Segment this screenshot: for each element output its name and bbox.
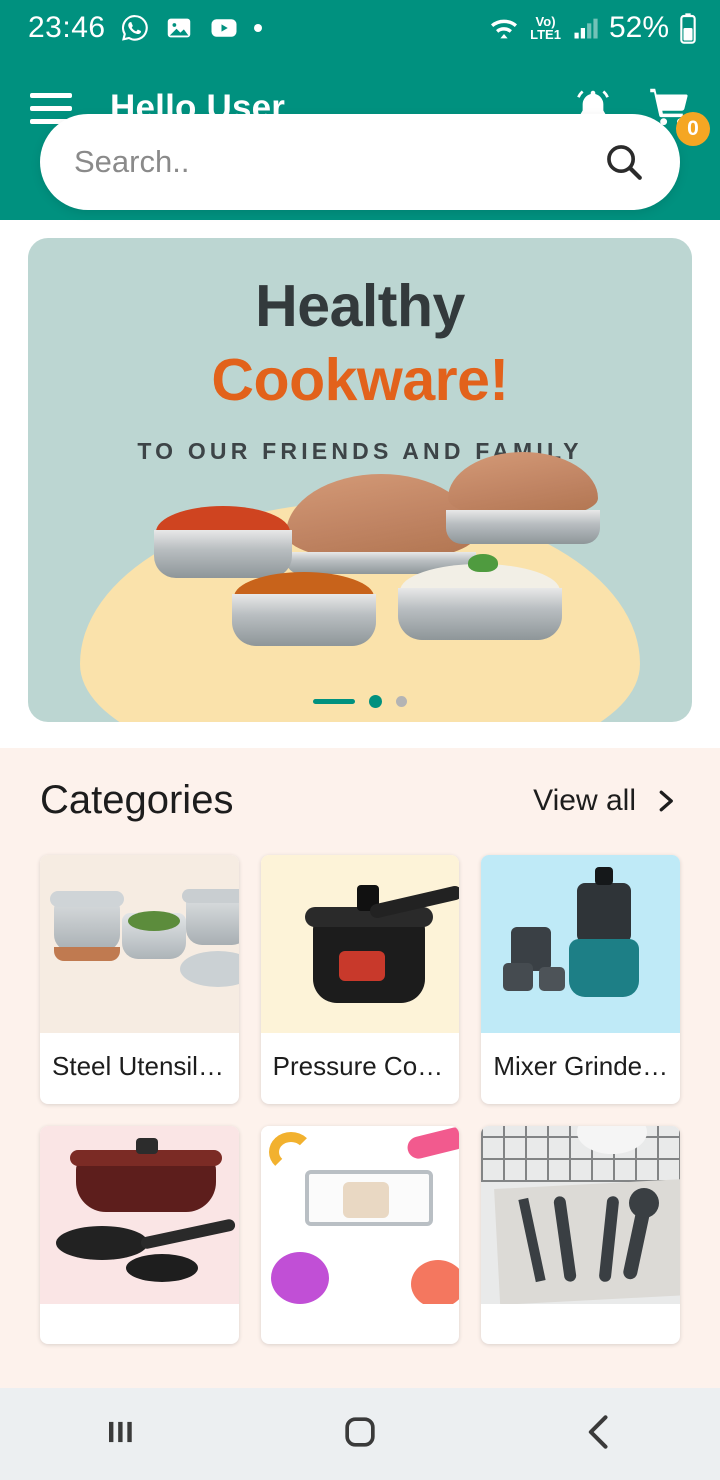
status-bar: 23:46 Vo) LTE1 52% — [0, 0, 720, 56]
category-card-steel-utensils[interactable]: Steel Utensils... — [40, 855, 239, 1104]
category-label: Steel Utensils... — [52, 1051, 233, 1081]
view-all-button[interactable]: View all — [533, 784, 680, 818]
signal-bars-icon — [570, 14, 600, 42]
category-card-storage-baskets[interactable] — [260, 1126, 460, 1344]
carousel-indicators[interactable] — [28, 695, 692, 708]
youtube-icon — [208, 13, 240, 43]
category-label — [481, 1304, 680, 1344]
category-label — [261, 1304, 460, 1344]
status-bar-left: 23:46 — [28, 11, 262, 45]
category-image-cookware-set — [40, 1126, 239, 1304]
categories-grid: Steel Utensils... Pressure Coo... Mixer … — [40, 855, 680, 1344]
app-screen: 23:46 Vo) LTE1 52% Hello User 0 Search..… — [0, 0, 720, 1480]
category-image-storage-baskets — [260, 1126, 460, 1304]
carousel-indicator-dot-2[interactable] — [396, 696, 407, 707]
categories-section: Categories View all Steel Utensils... Pr… — [0, 748, 720, 1344]
system-nav-bar — [0, 1388, 720, 1480]
category-image-pressure-cooker — [260, 855, 460, 1033]
banner-headline-accent: Cookware! — [211, 347, 509, 413]
status-clock: 23:46 — [28, 11, 106, 44]
search-icon[interactable] — [602, 140, 646, 184]
category-image-mixer-grinder — [481, 855, 680, 1033]
category-card-cutlery[interactable] — [481, 1126, 680, 1344]
banner-headline: Healthy — [255, 273, 465, 339]
network-type-label: Vo) LTE1 — [530, 14, 561, 42]
whatsapp-icon — [120, 13, 150, 43]
categories-header: Categories View all — [40, 778, 680, 823]
cookware-illustration — [28, 452, 692, 692]
categories-title: Categories — [40, 778, 234, 822]
search-zone — [0, 114, 720, 220]
view-all-label: View all — [533, 783, 636, 817]
carousel-indicator-dot-1[interactable] — [369, 695, 382, 708]
category-label: Pressure Coo... — [272, 1051, 454, 1081]
cart-count-badge: 0 — [676, 111, 710, 146]
chevron-right-icon — [650, 786, 680, 816]
banner-carousel-area: Healthy Cookware! TO OUR FRIENDS AND FAM… — [0, 220, 720, 748]
home-icon[interactable] — [338, 1410, 382, 1459]
status-bar-right: Vo) LTE1 52% — [487, 11, 698, 45]
gallery-icon — [164, 13, 194, 43]
category-card-mixer-grinder[interactable]: Mixer Grinder(... — [481, 855, 680, 1104]
dot-icon — [253, 24, 262, 32]
category-card-cookware-set[interactable] — [40, 1126, 239, 1344]
battery-percent: 52% — [608, 11, 669, 44]
category-image-cutlery — [481, 1126, 680, 1304]
search-input[interactable] — [74, 144, 602, 180]
search-bar[interactable] — [40, 114, 680, 210]
category-image-steel-utensils — [40, 855, 239, 1033]
category-label: Mixer Grinder(... — [493, 1051, 680, 1081]
recents-icon[interactable] — [98, 1410, 142, 1459]
promo-banner[interactable]: Healthy Cookware! TO OUR FRIENDS AND FAM… — [28, 238, 692, 722]
carousel-indicator-active[interactable] — [313, 699, 355, 704]
banner-text-block: Healthy Cookware! TO OUR FRIENDS AND FAM… — [28, 238, 692, 465]
wifi-icon — [487, 14, 521, 42]
category-label — [40, 1304, 239, 1344]
category-card-pressure-cooker[interactable]: Pressure Coo... — [260, 855, 460, 1104]
back-icon[interactable] — [578, 1410, 622, 1459]
battery-icon — [678, 12, 698, 44]
